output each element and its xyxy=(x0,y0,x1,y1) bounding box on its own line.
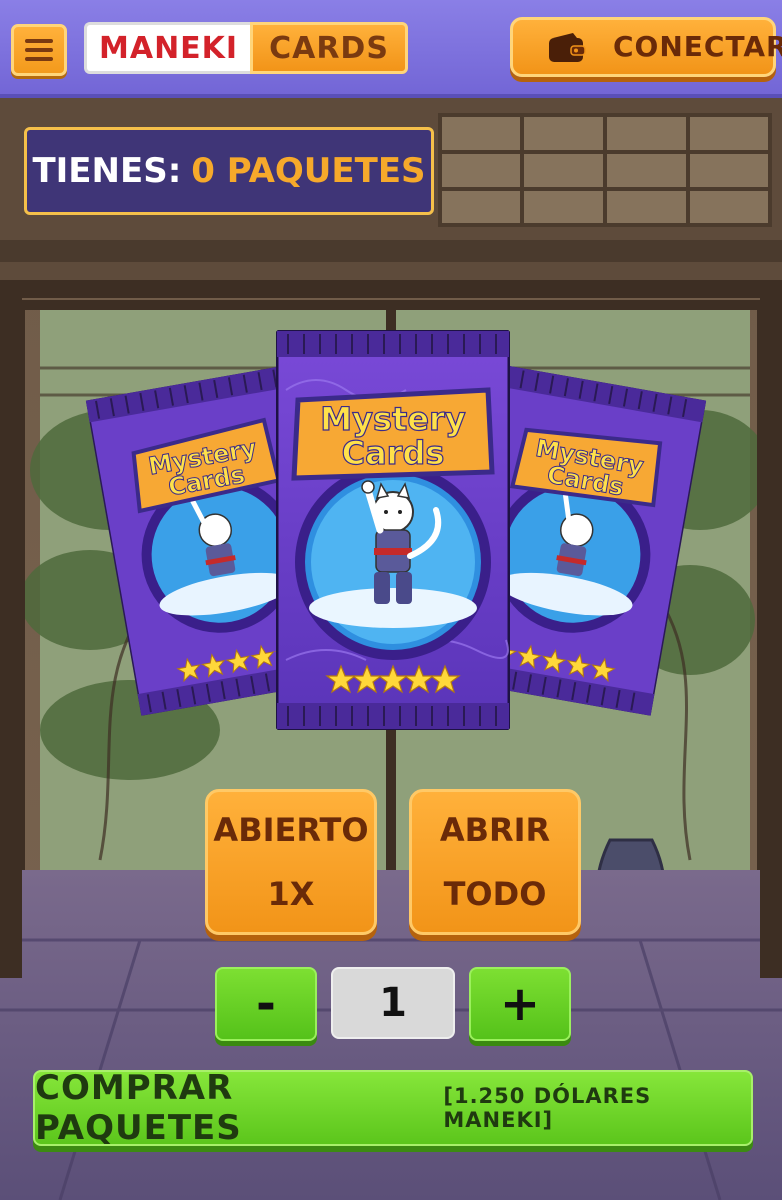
top-bar: MANEKI CARDS CONECTAR xyxy=(0,0,782,98)
open-one-button[interactable]: ABIERTO 1X xyxy=(205,789,377,935)
open-one-label-line2: 1X xyxy=(267,875,315,913)
buy-packs-price: [1.250 DÓLARES MANEKI] xyxy=(443,1084,652,1132)
wallet-icon xyxy=(549,33,586,62)
connect-label: CONECTAR xyxy=(613,30,782,63)
open-all-button[interactable]: ABRIR TODO xyxy=(409,789,581,935)
menu-icon-bar xyxy=(25,39,53,43)
pack-title-line2: Cards xyxy=(342,434,445,472)
packs-owned-label: TIENES: xyxy=(32,151,182,191)
increase-quantity-button[interactable]: + xyxy=(469,967,571,1041)
logo-maneki-text: MANEKI xyxy=(84,22,251,74)
connect-wallet-button[interactable]: CONECTAR xyxy=(510,17,782,77)
menu-icon-bar xyxy=(25,48,53,52)
pack-title-line1: Mystery xyxy=(320,400,466,438)
logo-cards-text: CARDS xyxy=(250,22,408,74)
packs-owned-value: 0 PAQUETES xyxy=(191,151,426,191)
menu-icon-bar xyxy=(25,57,53,61)
open-one-label-line1: ABIERTO xyxy=(213,811,369,849)
hamburger-menu-button[interactable] xyxy=(11,24,67,76)
open-all-label-line2: TODO xyxy=(443,875,547,913)
maneki-cards-logo[interactable]: MANEKI CARDS xyxy=(84,22,408,74)
decrease-quantity-button[interactable]: - xyxy=(215,967,317,1041)
buy-packs-label: COMPRAR PAQUETES xyxy=(35,1068,242,1148)
mystery-pack-center[interactable]: Mystery Cards xyxy=(275,329,511,731)
open-all-label-line1: ABRIR xyxy=(439,811,551,849)
packs-owned-panel: TIENES: 0 PAQUETES xyxy=(24,127,434,215)
quantity-field[interactable]: 1 xyxy=(331,967,455,1039)
buy-packs-button[interactable]: COMPRAR PAQUETES [1.250 DÓLARES MANEKI] xyxy=(33,1068,753,1148)
mystery-pack-art: Mystery Cards xyxy=(275,329,511,731)
